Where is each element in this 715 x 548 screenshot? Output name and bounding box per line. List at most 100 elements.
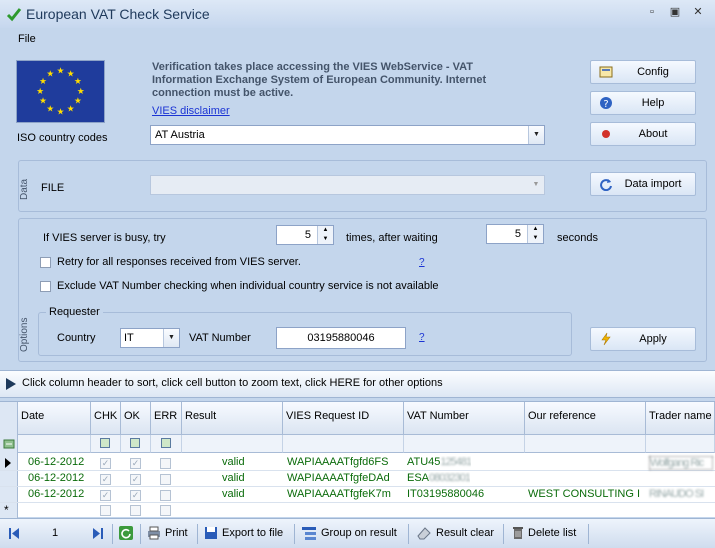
err-checkbox[interactable] bbox=[160, 458, 171, 469]
filter-checkbox[interactable] bbox=[100, 438, 110, 448]
col-header-ok[interactable]: OK bbox=[121, 402, 151, 435]
print-button[interactable]: Print bbox=[165, 527, 188, 539]
stepper-arrows-icon[interactable]: ▲ ▼ bbox=[317, 226, 333, 244]
title-bar: European VAT Check Service ▫ ▣ ✕ bbox=[0, 0, 715, 28]
about-button[interactable]: About bbox=[590, 122, 696, 146]
filter-cell[interactable] bbox=[283, 435, 404, 453]
refresh-icon[interactable] bbox=[118, 525, 134, 541]
col-header-trader-name[interactable]: Trader name bbox=[646, 402, 715, 435]
cell-request-id[interactable]: WAPIAAAATfgfd6FS bbox=[287, 456, 388, 468]
stepper-arrows-icon[interactable]: ▲ ▼ bbox=[527, 225, 543, 243]
col-header-result[interactable]: Result bbox=[182, 402, 283, 435]
separator bbox=[294, 524, 295, 544]
after-waiting-label: times, after waiting bbox=[346, 232, 438, 244]
results-grid[interactable]: Date CHK OK ERR Result VIES Request ID V… bbox=[0, 401, 715, 518]
filter-cell[interactable] bbox=[525, 435, 646, 453]
filter-cell[interactable] bbox=[182, 435, 283, 453]
vies-disclaimer-link[interactable]: VIES disclaimer bbox=[152, 105, 230, 117]
cell-result[interactable]: valid bbox=[222, 488, 245, 500]
maximize-button[interactable]: ▣ bbox=[665, 4, 685, 20]
separator bbox=[588, 524, 589, 544]
filter-cell[interactable] bbox=[18, 435, 91, 453]
chevron-down-icon[interactable]: ▼ bbox=[163, 329, 179, 347]
cell-trader-name[interactable]: Wolfgang Ric bbox=[649, 456, 713, 470]
retry-checkbox[interactable] bbox=[40, 257, 51, 268]
printer-icon[interactable] bbox=[146, 525, 162, 541]
col-header-vat-number[interactable]: VAT Number bbox=[404, 402, 525, 435]
menu-file[interactable]: File bbox=[18, 33, 36, 45]
export-button[interactable]: Export to file bbox=[222, 527, 283, 539]
chevron-down-icon[interactable]: ▼ bbox=[528, 126, 544, 144]
cell-vat-number[interactable]: IT03195880046 bbox=[407, 488, 484, 500]
apply-button[interactable]: Apply bbox=[590, 327, 696, 351]
minimize-button[interactable]: ▫ bbox=[642, 4, 662, 20]
vat-help-link[interactable]: ? bbox=[419, 332, 425, 343]
table-row[interactable]: 06-12-2012 ✓ ✓ valid WAPIAAAATfgfeK7m IT… bbox=[0, 487, 715, 503]
col-header-err[interactable]: ERR bbox=[151, 402, 182, 435]
col-header-our-reference[interactable]: Our reference bbox=[525, 402, 646, 435]
ok-checkbox[interactable]: ✓ bbox=[130, 490, 141, 501]
ok-checkbox[interactable]: ✓ bbox=[130, 458, 141, 469]
filter-cell[interactable] bbox=[404, 435, 525, 453]
config-button[interactable]: Config bbox=[590, 60, 696, 84]
last-record-icon[interactable] bbox=[93, 528, 103, 539]
cell-trader-name[interactable]: RINAUDO SI bbox=[649, 488, 713, 500]
help-button[interactable]: ? Help bbox=[590, 91, 696, 115]
group-button[interactable]: Group on result bbox=[321, 527, 397, 539]
cell-result[interactable]: valid bbox=[222, 456, 245, 468]
filter-cell[interactable] bbox=[151, 435, 182, 453]
cell-request-id[interactable]: WAPIAAAATfgfeK7m bbox=[287, 488, 391, 500]
filter-icon[interactable] bbox=[3, 438, 15, 450]
err-checkbox[interactable] bbox=[160, 490, 171, 501]
col-header-request-id[interactable]: VIES Request ID bbox=[283, 402, 404, 435]
country-select[interactable]: AT Austria ▼ bbox=[150, 125, 545, 145]
filter-cell[interactable] bbox=[121, 435, 151, 453]
chevron-down-icon[interactable]: ▼ bbox=[528, 176, 544, 194]
filter-cell[interactable] bbox=[646, 435, 715, 453]
table-row[interactable]: 06-12-2012 ✓ ✓ valid WAPIAAAATfgfeDAd ES… bbox=[0, 471, 715, 487]
eraser-icon[interactable] bbox=[416, 525, 432, 541]
requester-country-select[interactable]: IT ▼ bbox=[120, 328, 180, 348]
group-icon[interactable] bbox=[301, 525, 317, 541]
first-record-icon[interactable] bbox=[9, 528, 19, 539]
tries-stepper[interactable]: 5 ▲ ▼ bbox=[276, 225, 334, 245]
ok-checkbox[interactable]: ✓ bbox=[130, 474, 141, 485]
cell-request-id[interactable]: WAPIAAAATfgfeDAd bbox=[287, 472, 390, 484]
svg-text:★: ★ bbox=[57, 107, 65, 117]
cell-date[interactable]: 06-12-2012 bbox=[28, 456, 84, 468]
filter-checkbox[interactable] bbox=[161, 438, 171, 448]
cell-vat-number[interactable]: ATU45125481 bbox=[407, 456, 471, 468]
ok-checkbox[interactable] bbox=[130, 505, 141, 516]
eu-flag-icon: ★ ★★ ★★★ ★★★ ★★★ bbox=[16, 60, 105, 123]
cell-date[interactable]: 06-12-2012 bbox=[28, 488, 84, 500]
cell-result[interactable]: valid bbox=[222, 472, 245, 484]
col-header-chk[interactable]: CHK bbox=[91, 402, 121, 435]
close-button[interactable]: ✕ bbox=[688, 4, 708, 20]
chk-checkbox[interactable] bbox=[100, 505, 111, 516]
retry-help-link[interactable]: ? bbox=[419, 257, 425, 268]
result-clear-button[interactable]: Result clear bbox=[436, 527, 494, 539]
wait-stepper[interactable]: 5 ▲ ▼ bbox=[486, 224, 544, 244]
cell-date[interactable]: 06-12-2012 bbox=[28, 472, 84, 484]
chk-checkbox[interactable]: ✓ bbox=[100, 458, 111, 469]
cell-vat-number[interactable]: ESA08032301 bbox=[407, 472, 470, 484]
filter-cell[interactable] bbox=[91, 435, 121, 453]
trash-icon[interactable] bbox=[510, 525, 526, 541]
chk-checkbox[interactable]: ✓ bbox=[100, 474, 111, 485]
err-checkbox[interactable] bbox=[160, 474, 171, 485]
err-checkbox[interactable] bbox=[160, 505, 171, 516]
exclude-checkbox[interactable] bbox=[40, 281, 51, 292]
file-combo[interactable]: ▼ bbox=[150, 175, 545, 195]
chk-checkbox[interactable]: ✓ bbox=[100, 490, 111, 501]
col-header-date[interactable]: Date bbox=[18, 402, 91, 435]
filter-checkbox[interactable] bbox=[130, 438, 140, 448]
vat-number-input[interactable]: 03195880046 bbox=[276, 327, 406, 349]
table-row[interactable]: 06-12-2012 ✓ ✓ valid WAPIAAAATfgfd6FS AT… bbox=[0, 455, 715, 471]
export-icon[interactable] bbox=[203, 525, 219, 541]
data-import-button[interactable]: Data import bbox=[590, 172, 696, 196]
cell-reference[interactable]: WEST CONSULTING I bbox=[528, 488, 644, 500]
svg-text:★: ★ bbox=[46, 69, 54, 79]
new-row[interactable]: * bbox=[0, 503, 715, 518]
grid-hint-bar[interactable]: Click column header to sort, click cell … bbox=[0, 370, 715, 398]
delete-list-button[interactable]: Delete list bbox=[528, 527, 576, 539]
